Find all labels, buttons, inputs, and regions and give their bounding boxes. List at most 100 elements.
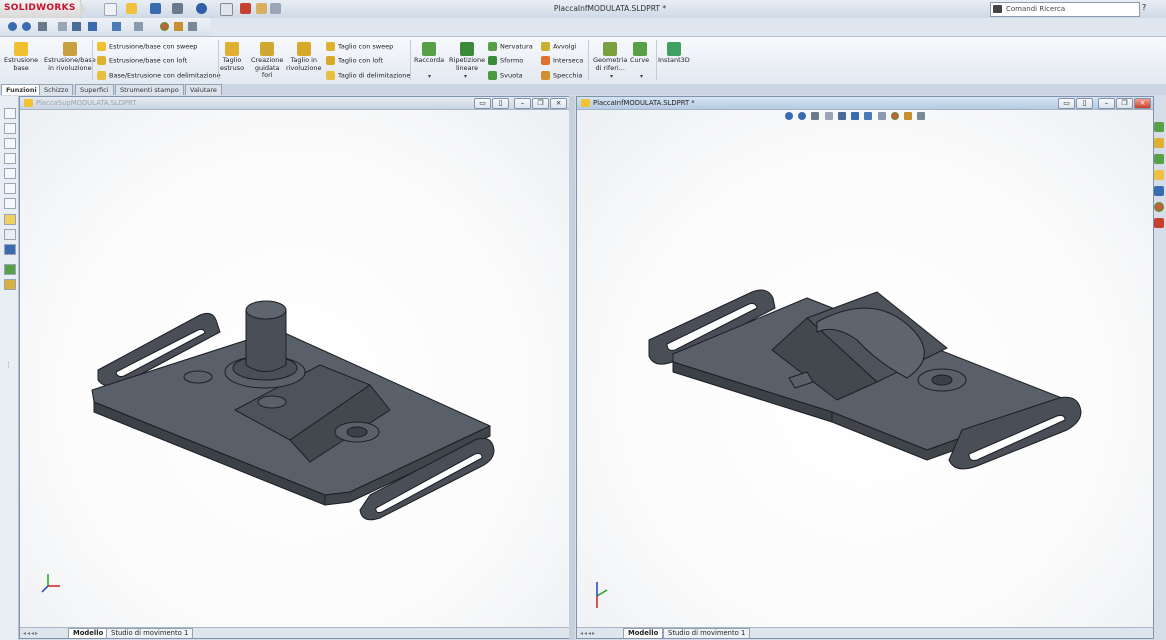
cmd-taglio-delimitazione[interactable]: Taglio di delimitazione (326, 71, 410, 80)
feature-icon[interactable] (4, 123, 16, 134)
tab-schizzo[interactable]: Schizzo (39, 84, 74, 95)
print-icon[interactable] (172, 3, 183, 14)
cmd-base-delimitazione[interactable]: Base/Estrusione con delimitazione (97, 71, 221, 80)
help-icon[interactable]: ? (1142, 3, 1146, 12)
options-icon[interactable] (270, 3, 281, 14)
cmd-taglio-loft[interactable]: Taglio con loft (326, 56, 383, 65)
cmd-sformo[interactable]: Sformo (488, 56, 523, 65)
view-orientation-icon[interactable] (837, 112, 846, 120)
tile-vertical-button[interactable]: ▯ (492, 98, 509, 109)
rebuild-icon[interactable] (240, 3, 251, 14)
feature-icon[interactable] (4, 108, 16, 119)
tile-vertical-button[interactable]: ▯ (1076, 98, 1093, 109)
features-icon[interactable] (4, 264, 16, 275)
graphics-area[interactable] (577, 110, 1153, 628)
previous-view-icon[interactable] (38, 22, 47, 31)
feature-icon[interactable] (4, 153, 16, 164)
tab-modello[interactable]: Modello (68, 628, 109, 638)
cmd-creazione-guidata-fori-button[interactable]: Creazione guidata fori (251, 42, 283, 80)
undo-icon[interactable] (196, 3, 207, 14)
file-explorer-icon[interactable] (1154, 154, 1164, 164)
cmd-estrusione-loft[interactable]: Estrusione/base con loft (97, 56, 187, 65)
tab-scroll-arrows-icon[interactable]: ◂◂◂▸ (580, 630, 616, 637)
features-icon[interactable] (4, 279, 16, 290)
zoom-area-icon[interactable] (798, 112, 807, 120)
relations-icon[interactable] (4, 244, 16, 255)
edit-appearance-icon[interactable] (134, 22, 143, 31)
tab-funzioni[interactable]: Funzioni (1, 84, 42, 95)
resources-icon[interactable] (1154, 122, 1164, 132)
cmd-avvolgi[interactable]: Avvolgi (541, 42, 576, 51)
previous-view-icon[interactable] (811, 112, 820, 120)
tab-studio-movimento[interactable]: Studio di movimento 1 (106, 628, 194, 638)
window-splitter[interactable] (569, 96, 575, 640)
zoom-to-fit-icon[interactable] (785, 112, 793, 120)
cmd-estrusione-sweep[interactable]: Estrusione/base con sweep (97, 42, 197, 51)
feature-icon[interactable] (4, 138, 16, 149)
tab-strumenti-stampo[interactable]: Strumenti stampo (115, 84, 184, 95)
view-settings-icon[interactable] (904, 112, 913, 120)
section-view-icon[interactable] (58, 22, 67, 31)
geometria-dropdown-arrow-icon[interactable]: ▾ (610, 73, 613, 80)
tab-superfici[interactable]: Superfici (75, 84, 114, 95)
close-button[interactable]: × (550, 98, 567, 109)
tab-studio-movimento[interactable]: Studio di movimento 1 (663, 628, 751, 638)
raccorda-dropdown-arrow-icon[interactable]: ▾ (428, 73, 431, 80)
smart-dimension-icon[interactable] (4, 229, 16, 240)
curve-dropdown-arrow-icon[interactable]: ▾ (640, 73, 643, 80)
feature-icon[interactable] (4, 198, 16, 209)
feature-icon[interactable] (4, 183, 16, 194)
display-pane-icon[interactable] (917, 112, 926, 120)
cmd-geometria-riferimento-button[interactable]: Geometria di riferi... (593, 42, 627, 72)
cmd-nervatura[interactable]: Nervatura (488, 42, 533, 51)
solidworks-menu-button[interactable]: SOLIDWORKS (0, 0, 86, 18)
tile-horizontal-button[interactable]: ▭ (474, 98, 491, 109)
cmd-estrusione-rivoluzione-button[interactable]: Estrusione/base in rivoluzione (44, 42, 96, 72)
new-document-icon[interactable] (104, 3, 117, 16)
apply-scene-icon[interactable] (890, 112, 899, 120)
hide-show-items-icon[interactable] (864, 112, 873, 120)
view-settings-icon[interactable] (174, 22, 183, 31)
tab-valutare[interactable]: Valutare (185, 84, 222, 95)
cmd-specchia[interactable]: Specchia (541, 71, 582, 80)
cmd-raccorda-button[interactable]: Raccorda (414, 42, 444, 65)
appearances-icon[interactable] (1154, 202, 1164, 212)
cmd-taglio-estruso-button[interactable]: Taglio estruso (220, 42, 244, 72)
close-button[interactable]: × (1134, 98, 1151, 109)
cmd-curve-button[interactable]: Curve (630, 42, 649, 65)
display-style-icon[interactable] (851, 112, 860, 120)
cmd-taglio-rivoluzione-button[interactable]: Taglio in rivoluzione (286, 42, 322, 72)
restore-button[interactable]: ❐ (532, 98, 549, 109)
hide-show-items-icon[interactable] (112, 22, 121, 31)
display-style-icon[interactable] (88, 22, 97, 31)
search-commands-box[interactable]: Comandi Ricerca (990, 2, 1140, 17)
zoom-to-fit-icon[interactable] (8, 22, 17, 31)
select-cursor-icon[interactable] (220, 3, 233, 16)
folder-icon[interactable] (1154, 170, 1164, 180)
cmd-estrusione-base-button[interactable]: Estrusione base (4, 42, 38, 72)
search-input[interactable]: Comandi Ricerca (1006, 5, 1065, 13)
feature-icon[interactable] (4, 168, 16, 179)
graphics-area[interactable] (20, 110, 569, 628)
save-icon[interactable] (150, 3, 161, 14)
restore-button[interactable]: ❐ (1116, 98, 1133, 109)
collapse-handle-icon[interactable]: ⋮ (5, 361, 12, 369)
apply-scene-icon[interactable] (160, 22, 169, 31)
edit-appearance-icon[interactable] (877, 112, 886, 120)
section-view-icon[interactable] (824, 112, 833, 120)
display-pane-icon[interactable] (188, 22, 197, 31)
design-library-icon[interactable] (1154, 138, 1164, 148)
3d-model-view[interactable] (577, 110, 1153, 628)
tile-horizontal-button[interactable]: ▭ (1058, 98, 1075, 109)
cmd-svuota[interactable]: Svuota (488, 71, 523, 80)
cmd-instant3d-button[interactable]: Instant3D (658, 42, 690, 65)
open-folder-icon[interactable] (126, 3, 137, 14)
file-properties-icon[interactable] (256, 3, 267, 14)
sketch-icon[interactable] (4, 214, 16, 225)
tab-modello[interactable]: Modello (623, 628, 664, 638)
view-palette-icon[interactable] (1154, 186, 1164, 196)
ripetizione-dropdown-arrow-icon[interactable]: ▾ (464, 73, 467, 80)
minimize-button[interactable]: – (1098, 98, 1115, 109)
minimize-button[interactable]: – (514, 98, 531, 109)
cmd-ripetizione-lineare-button[interactable]: Ripetizione lineare (449, 42, 485, 72)
